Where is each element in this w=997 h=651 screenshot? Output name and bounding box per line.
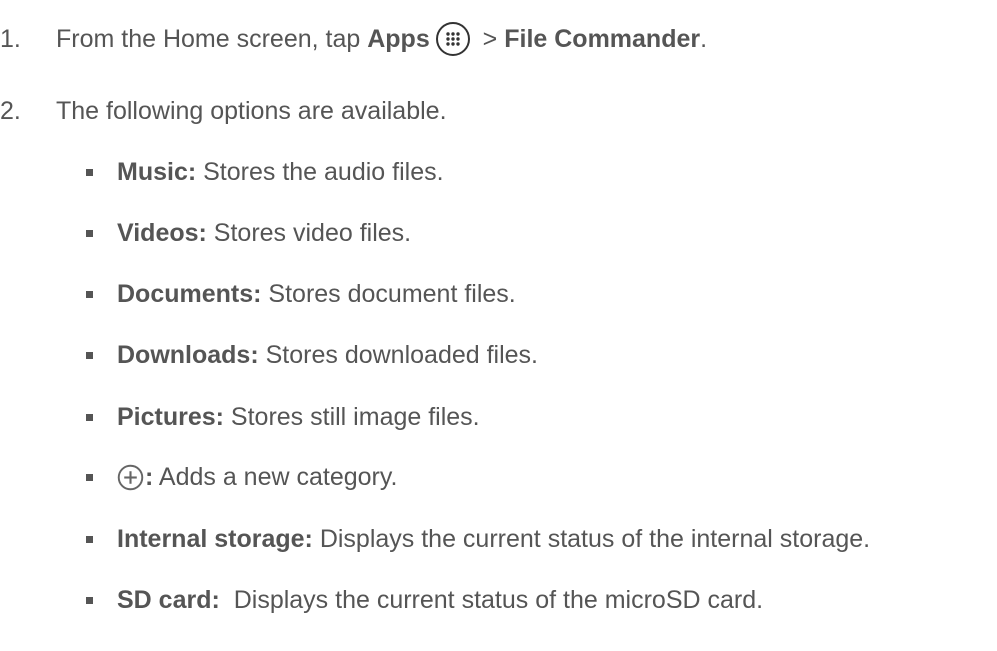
- apps-label: Apps: [367, 24, 430, 53]
- step-2: 2. The following options are available.: [0, 97, 447, 126]
- option-desc: Stores video files.: [206, 219, 412, 247]
- file-commander-label: File Commander: [504, 24, 701, 53]
- bullet-icon: [86, 414, 93, 421]
- bullet-icon: [86, 352, 93, 359]
- option-desc: Stores still image files.: [223, 403, 480, 431]
- apps-icon: [435, 22, 470, 56]
- option-desc: Stores document files.: [261, 280, 516, 308]
- option-term: :: [145, 463, 154, 491]
- bullet-icon: [86, 169, 93, 176]
- step-separator: >: [475, 24, 505, 53]
- option-music: Music: Stores the audio files.: [86, 158, 444, 187]
- option-pictures: Pictures: Stores still image files.: [86, 403, 480, 432]
- option-documents: Documents: Stores document files.: [86, 280, 516, 309]
- add-circle-icon: [117, 464, 144, 491]
- step-text: The following options are available.: [56, 97, 447, 125]
- option-desc: Stores the audio files.: [196, 158, 444, 186]
- option-term: Downloads:: [117, 341, 259, 369]
- option-term: SD card:: [117, 586, 220, 614]
- option-desc: Displays the current status of the micro…: [219, 586, 764, 614]
- option-desc: Adds a new category.: [153, 463, 398, 491]
- step-text: From the Home screen, tap: [56, 24, 368, 53]
- bullet-icon: [86, 230, 93, 237]
- option-desc: Displays the current status of the inter…: [312, 525, 871, 553]
- bullet-icon: [86, 536, 93, 543]
- step-number: 1.: [0, 24, 21, 53]
- option-term: Documents:: [117, 280, 262, 308]
- option-internal-storage: Internal storage: Displays the current s…: [86, 525, 870, 554]
- bullet-icon: [86, 474, 93, 481]
- option-downloads: Downloads: Stores downloaded files.: [86, 341, 538, 370]
- option-term: Pictures:: [117, 403, 224, 431]
- option-term: Internal storage:: [117, 525, 313, 553]
- option-desc: Stores downloaded files.: [258, 341, 539, 369]
- step-number: 2.: [0, 97, 21, 125]
- option-add-category: : Adds a new category.: [86, 463, 397, 492]
- bullet-icon: [86, 597, 93, 604]
- option-sd-card: SD card: Displays the current status of …: [86, 586, 763, 615]
- option-term: Music:: [117, 158, 197, 186]
- step-suffix: .: [700, 24, 708, 53]
- step-1: 1. From the Home screen, tap Apps > File…: [0, 22, 707, 56]
- option-term: Videos:: [117, 219, 207, 247]
- bullet-icon: [86, 291, 93, 298]
- option-videos: Videos: Stores video files.: [86, 219, 411, 248]
